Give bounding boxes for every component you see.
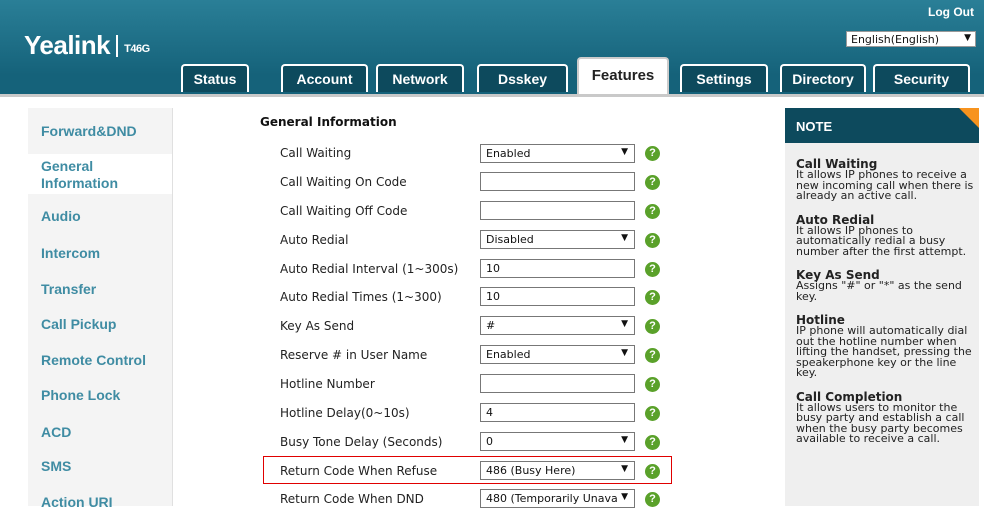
chevron-down-icon: ▼	[621, 435, 628, 445]
help-icon[interactable]: ?	[645, 464, 660, 479]
note-body: Call Waiting It allows IP phones to recei…	[796, 158, 974, 457]
sidebar-item-phone-lock[interactable]: Phone Lock	[41, 387, 120, 404]
note-item-text: It allows IP phones to automatically red…	[796, 223, 967, 258]
help-icon[interactable]: ?	[645, 319, 660, 334]
note-item-text: It allows IP phones to receive a new inc…	[796, 168, 974, 202]
auto-redial-interval-label: Auto Redial Interval (1~300s)	[280, 262, 459, 276]
chevron-down-icon: ▼	[621, 233, 628, 243]
call-waiting-on-code-label: Call Waiting On Code	[280, 175, 407, 189]
call-waiting-on-code-input[interactable]	[480, 172, 635, 191]
chevron-down-icon: ▼	[621, 319, 628, 329]
note-panel: NOTE Call Waiting It allows IP phones to …	[785, 108, 979, 506]
note-item-text: Assigns "#" or "*" as the send key.	[796, 279, 962, 303]
help-icon[interactable]: ?	[645, 435, 660, 450]
reserve-hash-select[interactable]: Enabled ▼	[480, 345, 635, 364]
chevron-down-icon: ▼	[964, 33, 971, 43]
model-name: T46G	[124, 43, 150, 55]
busy-tone-delay-label: Busy Tone Delay (Seconds)	[280, 435, 443, 449]
note-item: Auto Redial It allows IP phones to automa…	[796, 214, 974, 258]
busy-tone-delay-value: 0	[486, 435, 493, 448]
auto-redial-times-input[interactable]: 10	[480, 287, 635, 306]
chevron-down-icon: ▼	[621, 147, 628, 157]
busy-tone-delay-select[interactable]: 0 ▼	[480, 432, 635, 451]
help-icon[interactable]: ?	[645, 492, 660, 507]
help-icon[interactable]: ?	[645, 262, 660, 277]
note-item-text: IP phone will automatically dial out the…	[796, 324, 972, 379]
key-as-send-select[interactable]: # ▼	[480, 316, 635, 335]
header-bar: Yealink T46G Log Out English(English) ▼ St…	[0, 0, 984, 97]
key-as-send-label: Key As Send	[280, 319, 355, 333]
hotline-number-label: Hotline Number	[280, 377, 375, 391]
tab-dsskey[interactable]: Dsskey	[477, 64, 568, 92]
tab-features[interactable]: Features	[577, 57, 669, 94]
call-waiting-off-code-input[interactable]	[480, 201, 635, 220]
reserve-hash-value: Enabled	[486, 348, 531, 361]
logout-link[interactable]: Log Out	[928, 5, 974, 19]
hotline-number-input[interactable]	[480, 374, 635, 393]
return-code-dnd-value: 480 (Temporarily Unava	[486, 492, 618, 505]
call-waiting-off-code-label: Call Waiting Off Code	[280, 204, 408, 218]
section-title: General Information	[260, 115, 397, 129]
return-code-dnd-select[interactable]: 480 (Temporarily Unava ▼	[480, 489, 635, 508]
brand-logo: Yealink T46G	[24, 30, 150, 61]
help-icon[interactable]: ?	[645, 233, 660, 248]
chevron-down-icon: ▼	[621, 348, 628, 358]
note-item-text: It allows users to monitor the busy part…	[796, 400, 965, 445]
key-as-send-value: #	[486, 319, 496, 332]
return-code-refuse-label: Return Code When Refuse	[280, 464, 438, 478]
language-select[interactable]: English(English) ▼	[846, 31, 976, 47]
call-waiting-select[interactable]: Enabled ▼	[480, 144, 635, 163]
sidebar-item-remote-control[interactable]: Remote Control	[41, 352, 146, 369]
chevron-down-icon: ▼	[621, 464, 628, 474]
auto-redial-value: Disabled	[486, 233, 534, 246]
tab-account[interactable]: Account	[281, 64, 368, 92]
sidebar-item-forward-dnd[interactable]: Forward&DND	[41, 123, 137, 140]
tab-security[interactable]: Security	[873, 64, 970, 92]
logo-divider	[116, 35, 119, 57]
help-icon[interactable]: ?	[645, 406, 660, 421]
sidebar-item-intercom[interactable]: Intercom	[41, 245, 100, 262]
help-icon[interactable]: ?	[645, 204, 660, 219]
sidebar-item-general-information[interactable]: General Information	[28, 154, 172, 194]
note-corner-accent	[959, 108, 979, 128]
call-waiting-label: Call Waiting	[280, 146, 352, 160]
help-icon[interactable]: ?	[645, 175, 660, 190]
help-icon[interactable]: ?	[645, 377, 660, 392]
note-item: Call Completion It allows users to monito…	[796, 391, 974, 445]
return-code-dnd-label: Return Code When DND	[280, 492, 424, 506]
sidebar-item-call-pickup[interactable]: Call Pickup	[41, 316, 116, 333]
note-item: Call Waiting It allows IP phones to recei…	[796, 158, 974, 202]
help-icon[interactable]: ?	[645, 146, 660, 161]
sidebar-item-sms[interactable]: SMS	[41, 458, 71, 475]
sidebar-item-transfer[interactable]: Transfer	[41, 281, 96, 298]
sidebar-item-audio[interactable]: Audio	[41, 208, 81, 225]
sidebar-item-action-uri[interactable]: Action URI	[41, 494, 113, 511]
hotline-delay-label: Hotline Delay(0~10s)	[280, 406, 410, 420]
hotline-delay-input[interactable]: 4	[480, 403, 635, 422]
tab-directory[interactable]: Directory	[780, 64, 866, 92]
chevron-down-icon: ▼	[621, 492, 628, 502]
auto-redial-interval-input[interactable]: 10	[480, 259, 635, 278]
auto-redial-times-label: Auto Redial Times (1~300)	[280, 290, 442, 304]
return-code-refuse-value: 486 (Busy Here)	[486, 464, 576, 477]
return-code-refuse-select[interactable]: 486 (Busy Here) ▼	[480, 461, 635, 480]
note-title: NOTE	[785, 108, 979, 143]
tab-status[interactable]: Status	[181, 64, 249, 92]
call-waiting-value: Enabled	[486, 147, 531, 160]
note-item: Key As Send Assigns "#" or "*" as the sen…	[796, 269, 974, 302]
note-item: Hotline IP phone will automatically dial …	[796, 314, 974, 379]
tab-settings[interactable]: Settings	[680, 64, 768, 92]
sidebar: Forward&DND General Information Audio In…	[28, 108, 173, 510]
tab-network[interactable]: Network	[376, 64, 464, 92]
auto-redial-label: Auto Redial	[280, 233, 349, 247]
help-icon[interactable]: ?	[645, 348, 660, 363]
help-icon[interactable]: ?	[645, 290, 660, 305]
language-value: English(English)	[851, 33, 940, 46]
reserve-hash-label: Reserve # in User Name	[280, 348, 428, 362]
sidebar-item-acd[interactable]: ACD	[41, 424, 71, 441]
auto-redial-select[interactable]: Disabled ▼	[480, 230, 635, 249]
brand-name: Yealink	[24, 30, 111, 60]
